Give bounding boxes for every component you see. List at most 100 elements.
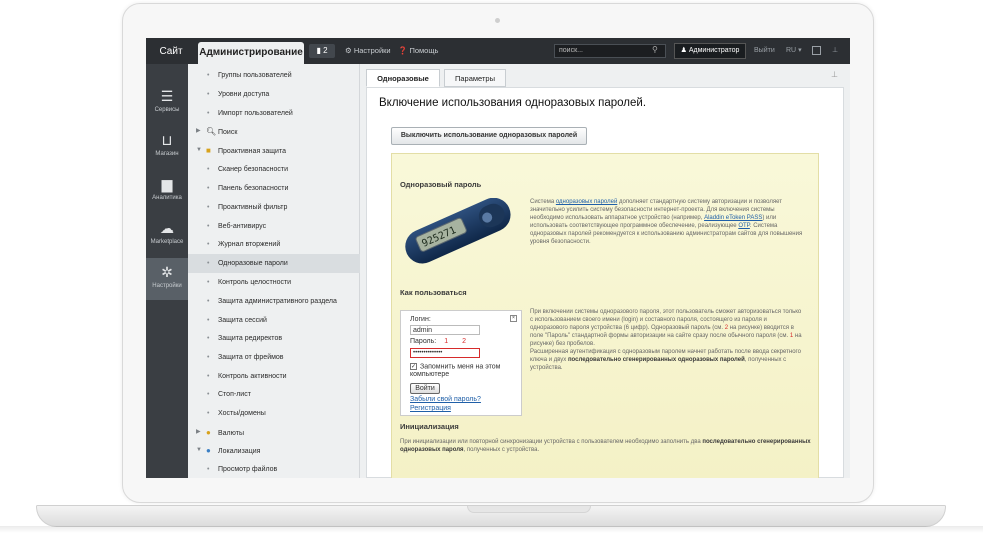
- help-link[interactable]: ❓ Помощь: [398, 44, 438, 58]
- rail-label: Аналитика: [152, 195, 182, 201]
- login-field: admin: [410, 325, 480, 335]
- site-tab[interactable]: Сайт: [150, 42, 192, 61]
- pin-icon[interactable]: ⊥: [831, 70, 838, 79]
- menu-item[interactable]: Защита административного раздела: [188, 292, 360, 311]
- rail-services[interactable]: ☰ Сервисы: [146, 82, 188, 122]
- settings-link[interactable]: ⚙ Настройки: [345, 44, 391, 58]
- menu-item[interactable]: Защита сессий: [188, 311, 360, 330]
- menu-item[interactable]: Уровни доступа: [188, 85, 360, 104]
- menu-item[interactable]: Контроль активности: [188, 367, 360, 386]
- settings-label: Настройки: [353, 46, 391, 55]
- rail-marketplace[interactable]: ☁ Marketplace: [146, 214, 188, 254]
- search-input[interactable]: поиск...: [554, 44, 666, 58]
- user-name: Администратор: [688, 47, 740, 54]
- how-to-description: При включении системы одноразового парол…: [530, 309, 802, 371]
- register-link: Регистрация: [410, 405, 451, 412]
- menu-item[interactable]: Защита редиректов: [188, 329, 360, 348]
- info-box: Одноразовый пароль 925271 Система однора…: [391, 153, 819, 478]
- menu-item[interactable]: Защита от фреймов: [188, 348, 360, 367]
- menu-item[interactable]: Сканер безопасности: [188, 160, 360, 179]
- password-label: Пароль: 12: [410, 338, 466, 345]
- close-icon: ×: [510, 315, 517, 322]
- cloud-icon: ☁: [160, 220, 174, 236]
- login-submit: Войти: [410, 383, 440, 394]
- otp-description: Система одноразовых паролей дополняет ст…: [530, 199, 803, 245]
- chevron-right-icon: ▶: [196, 429, 201, 435]
- remember-checkbox: ✓ Запомнить меня на этом компьютере: [410, 363, 501, 379]
- camera-dot: [495, 18, 500, 23]
- menu-item-otp-active[interactable]: Одноразовые пароли: [188, 254, 360, 273]
- etoken-link[interactable]: Aladdin eToken PASS: [704, 215, 762, 221]
- menu-label: Поиск: [218, 129, 238, 136]
- side-menu: Группы пользователей Уровни доступа Импо…: [188, 64, 360, 478]
- screen: Сайт Администрирование ▮ 2 ⚙ Настройки ❓…: [146, 38, 850, 478]
- marker-2: 2: [462, 338, 466, 345]
- bar-chart-icon: ▆: [161, 176, 173, 192]
- icon-rail: ☰ Сервисы ⊔ Магазин ▆ Аналитика ☁ Marketplac…: [146, 64, 188, 478]
- chevron-right-icon: ▶: [196, 128, 201, 134]
- search-icon[interactable]: ⚲: [652, 45, 658, 54]
- logout-link[interactable]: Выйти: [754, 44, 775, 58]
- search-icon: 🔍︎: [206, 127, 217, 136]
- menu-item[interactable]: Контроль целостности: [188, 273, 360, 292]
- rail-analytics[interactable]: ▆ Аналитика: [146, 170, 188, 210]
- rail-label: Настройки: [152, 283, 182, 289]
- otp-title: Одноразовый пароль: [400, 180, 482, 189]
- globe-icon: ●: [206, 446, 211, 455]
- pin-icon[interactable]: ⊥: [832, 44, 838, 58]
- chevron-down-icon: ▼: [196, 147, 202, 153]
- rail-label: Сервисы: [154, 107, 180, 113]
- rail-settings[interactable]: ✲ Настройки: [146, 258, 188, 300]
- notifications-button[interactable]: ▮ 2: [309, 44, 335, 58]
- tab-parameters[interactable]: Параметры: [444, 69, 506, 87]
- token-device-image: 925271: [405, 198, 511, 264]
- menu-item[interactable]: Веб-антивирус: [188, 217, 360, 236]
- page-title: Включение использования одноразовых паро…: [379, 97, 647, 109]
- menu-item[interactable]: Просмотр файлов: [188, 460, 360, 478]
- gear-icon: ✲: [161, 264, 173, 280]
- menu-section-search[interactable]: ▶ 🔍︎ Поиск: [188, 122, 360, 141]
- menu-section-localization[interactable]: ▼ ● Локализация: [188, 441, 360, 460]
- menu-label: Проактивная защита: [218, 148, 286, 155]
- forgot-password-link: Забыли свой пароль?: [410, 396, 481, 403]
- menu-item[interactable]: Журнал вторжений: [188, 235, 360, 254]
- help-label: Помощь: [409, 46, 439, 55]
- how-to-title: Как пользоваться: [400, 288, 467, 297]
- disable-otp-button[interactable]: Выключить использование одноразовых паро…: [391, 127, 587, 145]
- top-bar: Сайт Администрирование ▮ 2 ⚙ Настройки ❓…: [146, 38, 850, 64]
- help-icon: ❓: [398, 46, 408, 55]
- language-value: RU: [786, 47, 797, 54]
- menu-item[interactable]: Импорт пользователей: [188, 104, 360, 123]
- window-icon[interactable]: [812, 46, 821, 55]
- init-description: При инициализации или повторной синхрони…: [400, 439, 811, 453]
- menu-item[interactable]: Проактивный фильтр: [188, 198, 360, 217]
- basket-icon: ⊔: [161, 132, 173, 148]
- login-form-illustration: × Логин: admin Пароль: 12 ••••••••••••••…: [400, 310, 522, 416]
- laptop-base: [36, 505, 946, 527]
- login-label: Логин:: [410, 316, 431, 323]
- menu-label: Валюты: [218, 430, 244, 437]
- content-area: Одноразовые пароли Параметры ⊥ Включение…: [360, 64, 850, 478]
- base-shadow: [0, 526, 983, 533]
- admin-tab[interactable]: Администрирование: [198, 42, 304, 64]
- rail-label: Marketplace: [150, 239, 184, 245]
- menu-item[interactable]: Группы пользователей: [188, 66, 360, 85]
- tab-otp[interactable]: Одноразовые пароли: [366, 69, 440, 101]
- rail-label: Магазин: [155, 151, 179, 157]
- otp-link[interactable]: одноразовых паролей: [556, 199, 617, 205]
- rail-shop[interactable]: ⊔ Магазин: [146, 126, 188, 166]
- init-title: Инициализация: [400, 422, 459, 431]
- content-panel: Включение использования одноразовых паро…: [366, 87, 844, 478]
- menu-item[interactable]: Хосты/домены: [188, 404, 360, 423]
- lock-icon: ■: [206, 146, 211, 155]
- base-notch: [467, 506, 591, 513]
- language-select[interactable]: RU ▾: [786, 44, 802, 58]
- menu-item[interactable]: Панель безопасности: [188, 179, 360, 198]
- menu-item[interactable]: Стоп-лист: [188, 385, 360, 404]
- user-button[interactable]: ♟ Администратор: [674, 43, 746, 59]
- coin-icon: ●: [206, 428, 211, 437]
- otp-abbr-link[interactable]: OTP: [738, 223, 750, 229]
- notification-count: 2: [323, 46, 328, 55]
- menu-section-proactive[interactable]: ▼ ■ Проактивная защита: [188, 141, 360, 160]
- menu-section-currencies[interactable]: ▶ ● Валюты: [188, 423, 360, 442]
